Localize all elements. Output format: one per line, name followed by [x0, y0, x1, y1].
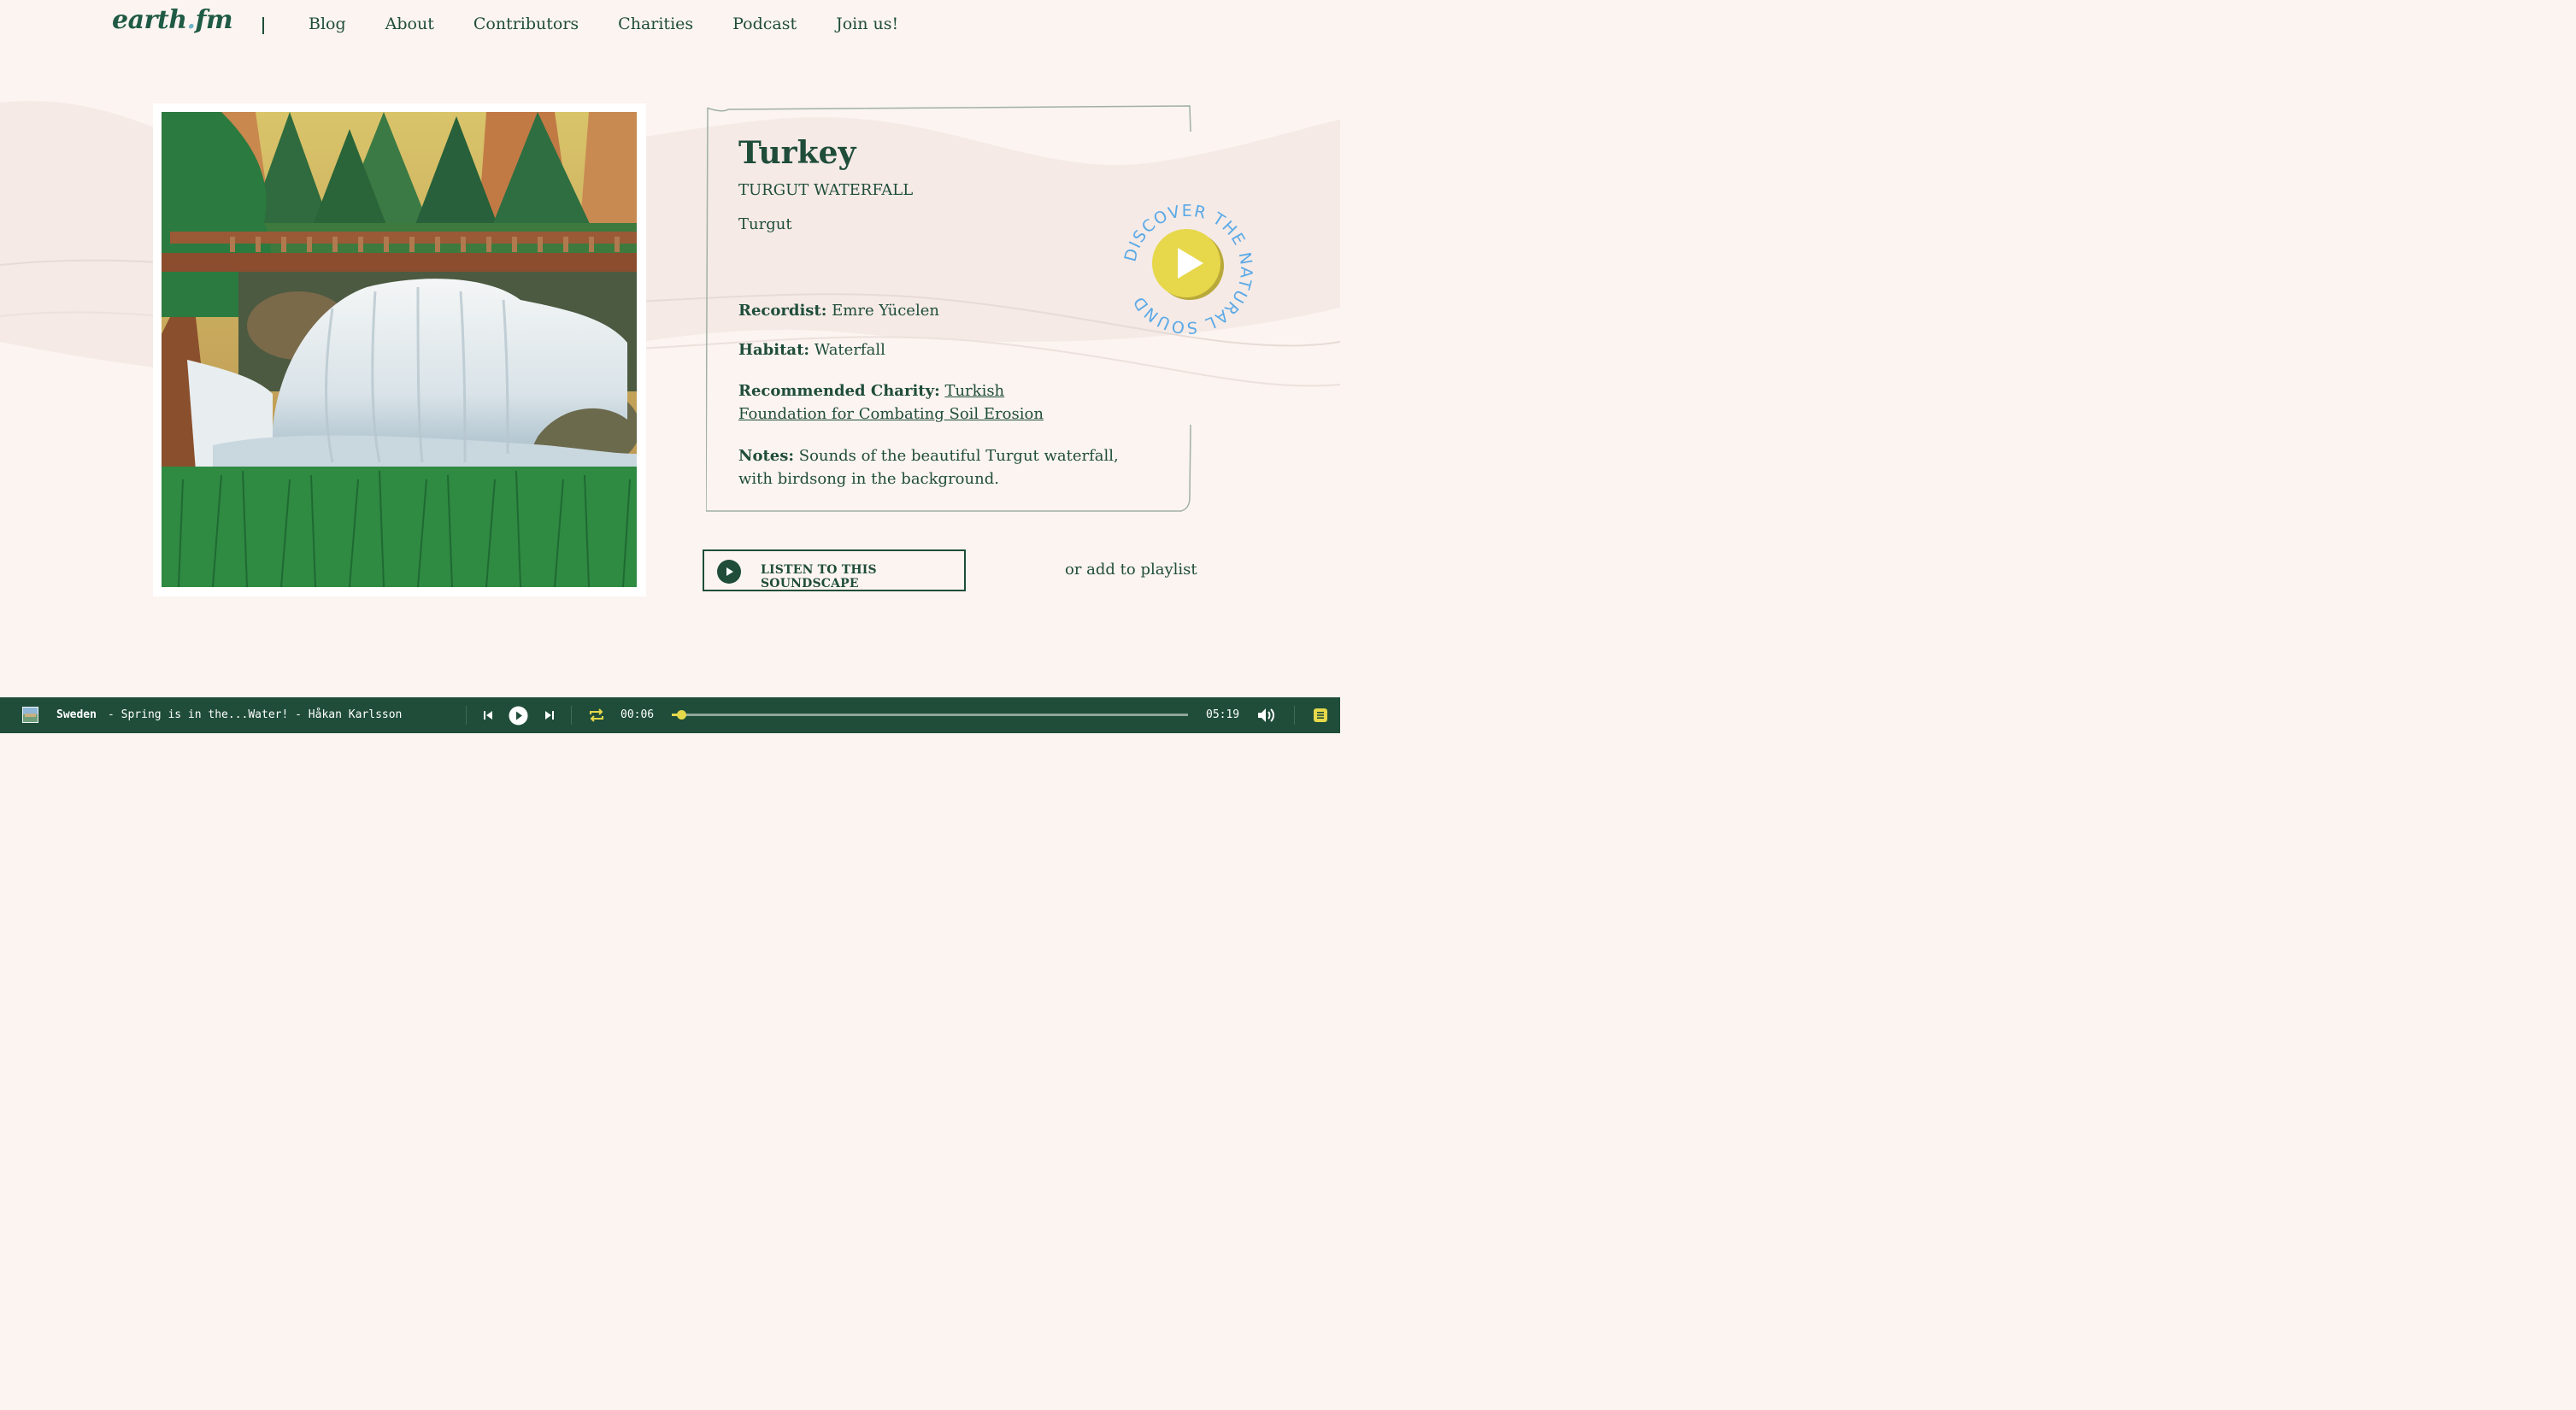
soundscape-info-panel: Turkey TURGUT WATERFALL Turgut Recordist… [706, 104, 1191, 513]
site-header: earth.fm Blog About Contributors Chariti… [0, 0, 1340, 53]
discover-sound-badge[interactable]: DISCOVER THE NATURAL SOUND [1120, 201, 1256, 338]
next-track-icon[interactable] [540, 706, 559, 725]
volume-icon[interactable] [1256, 706, 1277, 725]
listen-button-label: LISTEN TO THIS SOUNDSCAPE [761, 563, 877, 590]
player-divider [1294, 706, 1295, 725]
track-title: - Spring is in the...Water! - Håkan Karl… [108, 708, 403, 721]
habitat-field: Habitat: Waterfall [738, 338, 1149, 361]
recordist-label: Recordist: [738, 302, 827, 320]
player-divider [571, 706, 572, 725]
notes-field: Notes: Sounds of the beautiful Turgut wa… [738, 444, 1140, 491]
logo-dot: . [186, 5, 196, 35]
soundscape-artwork [153, 103, 646, 596]
current-time: 00:06 [620, 708, 655, 721]
nav-join-us[interactable]: Join us! [836, 15, 898, 33]
soundscape-country: Turkey [738, 135, 856, 171]
audio-player-bar: Sweden - Spring is in the...Water! - Håk… [0, 697, 1340, 733]
nav-charities[interactable]: Charities [618, 15, 693, 33]
notes-value: Sounds of the beautiful Turgut waterfall… [738, 447, 1119, 488]
charity-label: Recommended Charity: [738, 382, 940, 400]
earth-fm-logo[interactable]: earth.fm [112, 5, 233, 35]
logo-text-main: earth [112, 5, 187, 35]
add-to-playlist-link[interactable]: or add to playlist [1065, 561, 1197, 579]
nav-podcast[interactable]: Podcast [732, 15, 797, 33]
soundscape-location: TURGUT WATERFALL [738, 181, 914, 199]
progress-bar[interactable] [672, 710, 1188, 720]
repeat-icon[interactable] [587, 706, 606, 725]
nav-contributors[interactable]: Contributors [473, 15, 579, 33]
total-time: 05:19 [1206, 708, 1240, 721]
player-divider [466, 706, 467, 725]
track-country: Sweden [56, 708, 97, 721]
progress-knob[interactable] [677, 710, 687, 720]
previous-track-icon[interactable] [479, 706, 497, 725]
play-pause-button[interactable] [509, 706, 528, 726]
recordist-field: Recordist: Emre Yücelen [738, 299, 1149, 322]
track-thumbnail[interactable] [22, 707, 38, 723]
habitat-value: Waterfall [814, 341, 885, 359]
listen-soundscape-button[interactable]: LISTEN TO THIS SOUNDSCAPE [703, 549, 966, 591]
notes-label: Notes: [738, 447, 795, 465]
main-nav: Blog About Contributors Charities Podcas… [309, 15, 938, 33]
playlist-icon[interactable] [1311, 706, 1330, 725]
waterfall-painting [162, 112, 637, 587]
habitat-label: Habitat: [738, 341, 810, 359]
nav-blog[interactable]: Blog [309, 15, 346, 33]
logo-text-tld: fm [195, 5, 233, 35]
charity-field: Recommended Charity: Turkish Foundation … [738, 379, 1097, 426]
nav-about[interactable]: About [385, 15, 434, 33]
soundscape-sublocation: Turgut [738, 215, 792, 233]
nav-separator [262, 17, 264, 34]
recordist-value: Emre Yücelen [832, 302, 939, 320]
play-circle-icon [717, 560, 741, 584]
